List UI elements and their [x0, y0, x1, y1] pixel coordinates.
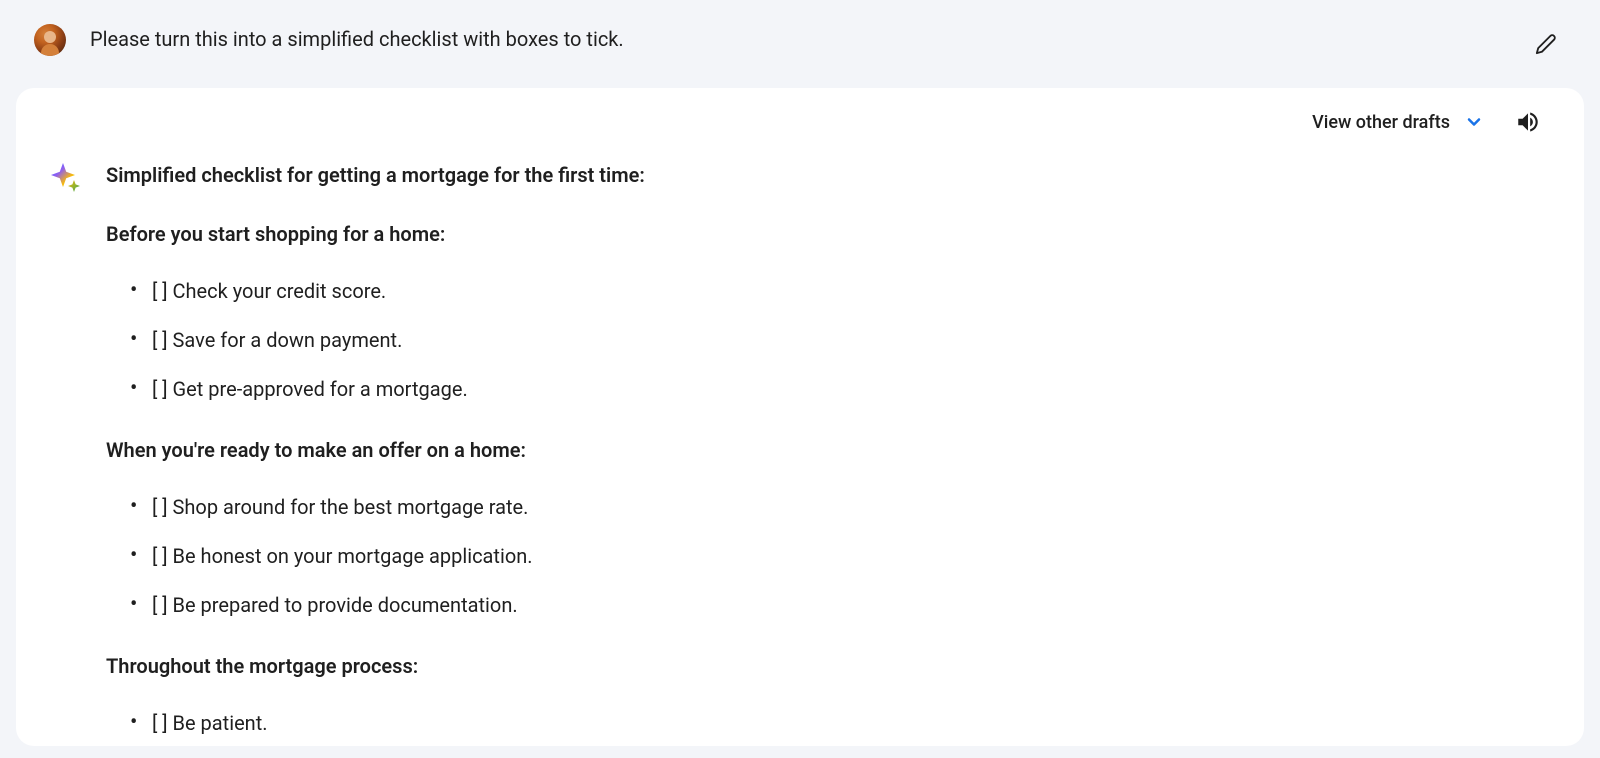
- section-heading-2: Throughout the mortgage process:: [106, 651, 645, 682]
- checklist-item-text: [ ] Check your credit score.: [152, 279, 386, 303]
- edit-message-button[interactable]: [1526, 24, 1566, 64]
- response-title: Simplified checklist for getting a mortg…: [106, 160, 645, 191]
- checklist-item-text: [ ] Shop around for the best mortgage ra…: [152, 495, 528, 519]
- read-aloud-button[interactable]: [1512, 106, 1544, 138]
- user-avatar[interactable]: [34, 24, 66, 56]
- checklist-item-text: [ ] Be honest on your mortgage applicati…: [152, 544, 533, 568]
- checklist-0: [ ] Check your credit score. [ ] Save fo…: [106, 276, 645, 405]
- checklist-item-text: [ ] Get pre-approved for a mortgage.: [152, 377, 468, 401]
- response-card: View other drafts: [16, 88, 1584, 746]
- checklist-1: [ ] Shop around for the best mortgage ra…: [106, 492, 645, 621]
- list-item: [ ] Check your credit score.: [130, 276, 645, 307]
- response-header: View other drafts: [16, 88, 1584, 138]
- checklist-item-text: [ ] Be prepared to provide documentation…: [152, 593, 518, 617]
- speaker-icon: [1515, 109, 1541, 135]
- list-item: [ ] Save for a down payment.: [130, 325, 645, 356]
- response-content: Simplified checklist for getting a mortg…: [106, 160, 645, 746]
- list-item: [ ] Be prepared to provide documentation…: [130, 590, 645, 621]
- bard-spark-icon: [50, 162, 82, 194]
- checklist-item-text: [ ] Be patient.: [152, 711, 268, 735]
- drafts-label: View other drafts: [1312, 112, 1450, 133]
- pencil-icon: [1535, 33, 1557, 55]
- view-other-drafts-button[interactable]: View other drafts: [1312, 112, 1484, 133]
- checklist-item-text: [ ] Save for a down payment.: [152, 328, 402, 352]
- list-item: [ ] Shop around for the best mortgage ra…: [130, 492, 645, 523]
- list-item: [ ] Be patient.: [130, 708, 645, 739]
- list-item: [ ] Get pre-approved for a mortgage.: [130, 374, 645, 405]
- user-message-text: Please turn this into a simplified check…: [90, 24, 1502, 54]
- section-heading-0: Before you start shopping for a home:: [106, 219, 645, 250]
- chevron-down-icon: [1464, 112, 1484, 132]
- response-body: Simplified checklist for getting a mortg…: [16, 138, 1584, 746]
- checklist-2: [ ] Be patient.: [106, 708, 645, 739]
- list-item: [ ] Be honest on your mortgage applicati…: [130, 541, 645, 572]
- user-message-row: Please turn this into a simplified check…: [0, 0, 1600, 88]
- section-heading-1: When you're ready to make an offer on a …: [106, 435, 645, 466]
